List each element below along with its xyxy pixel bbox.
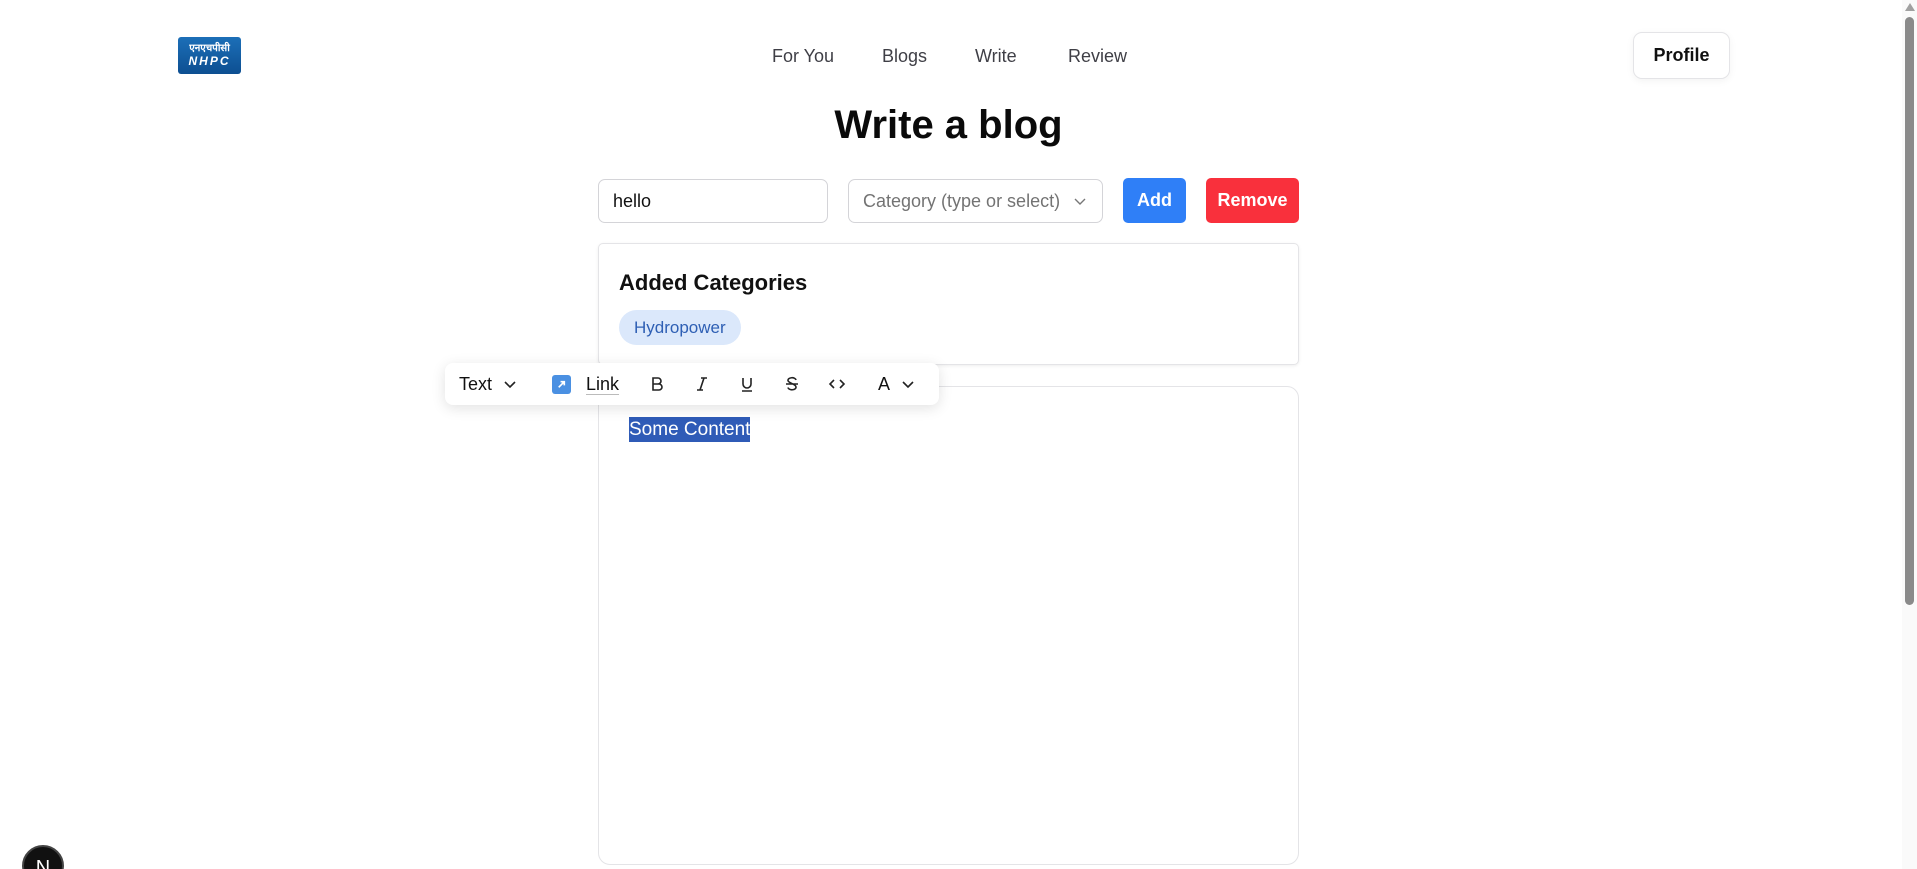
chevron-down-icon xyxy=(504,381,516,389)
scrollbar-thumb[interactable] xyxy=(1905,17,1914,605)
underline-button[interactable] xyxy=(737,363,757,405)
page: एनएचपीसी NHPC For You Blogs Write Review… xyxy=(0,0,1917,869)
text-color-dropdown[interactable]: A xyxy=(878,363,916,405)
added-categories-card: Added Categories Hydropower xyxy=(598,243,1299,365)
category-select[interactable]: Category (type or select) xyxy=(848,179,1103,223)
strikethrough-button[interactable] xyxy=(782,363,802,405)
code-icon xyxy=(828,379,846,389)
blog-editor[interactable]: Some Content xyxy=(598,386,1299,865)
nav-write[interactable]: Write xyxy=(975,46,1017,67)
category-placeholder: Category (type or select) xyxy=(863,190,1061,211)
remove-category-button[interactable]: Remove xyxy=(1206,178,1299,223)
nav-review[interactable]: Review xyxy=(1068,46,1127,67)
chevron-down-icon xyxy=(902,381,914,389)
editor-content[interactable]: Some Content xyxy=(629,417,751,442)
italic-button[interactable] xyxy=(692,363,712,405)
nav-blogs[interactable]: Blogs xyxy=(882,46,927,67)
category-chip[interactable]: Hydropower xyxy=(619,310,741,345)
italic-icon xyxy=(697,377,707,391)
link-icon xyxy=(552,374,571,394)
nextjs-dev-badge[interactable]: N xyxy=(22,845,64,869)
link-label: Link xyxy=(586,373,620,394)
profile-button[interactable]: Profile xyxy=(1633,32,1730,79)
strikethrough-icon xyxy=(786,376,798,391)
page-scrollbar[interactable] xyxy=(1902,0,1917,869)
text-color-icon: A xyxy=(878,373,891,394)
code-button[interactable] xyxy=(827,363,847,405)
chevron-down-icon xyxy=(1074,198,1086,205)
scroll-up-arrow-icon[interactable] xyxy=(1905,3,1915,11)
nav-for-you[interactable]: For You xyxy=(772,46,834,67)
main-nav: For You Blogs Write Review xyxy=(0,46,1917,68)
selected-text[interactable]: Some Content xyxy=(629,417,751,442)
blog-title-input[interactable] xyxy=(598,179,828,223)
page-title: Write a blog xyxy=(834,103,1063,147)
block-type-dropdown[interactable]: Text xyxy=(459,363,518,405)
link-button[interactable]: Link xyxy=(552,363,619,405)
bold-button[interactable] xyxy=(647,363,667,405)
underline-icon xyxy=(742,378,752,392)
block-type-label: Text xyxy=(459,373,493,394)
added-categories-heading: Added Categories xyxy=(619,270,808,295)
formatting-toolbar: Text Link A xyxy=(445,363,939,405)
bold-icon xyxy=(652,377,663,391)
add-category-button[interactable]: Add xyxy=(1123,178,1186,223)
